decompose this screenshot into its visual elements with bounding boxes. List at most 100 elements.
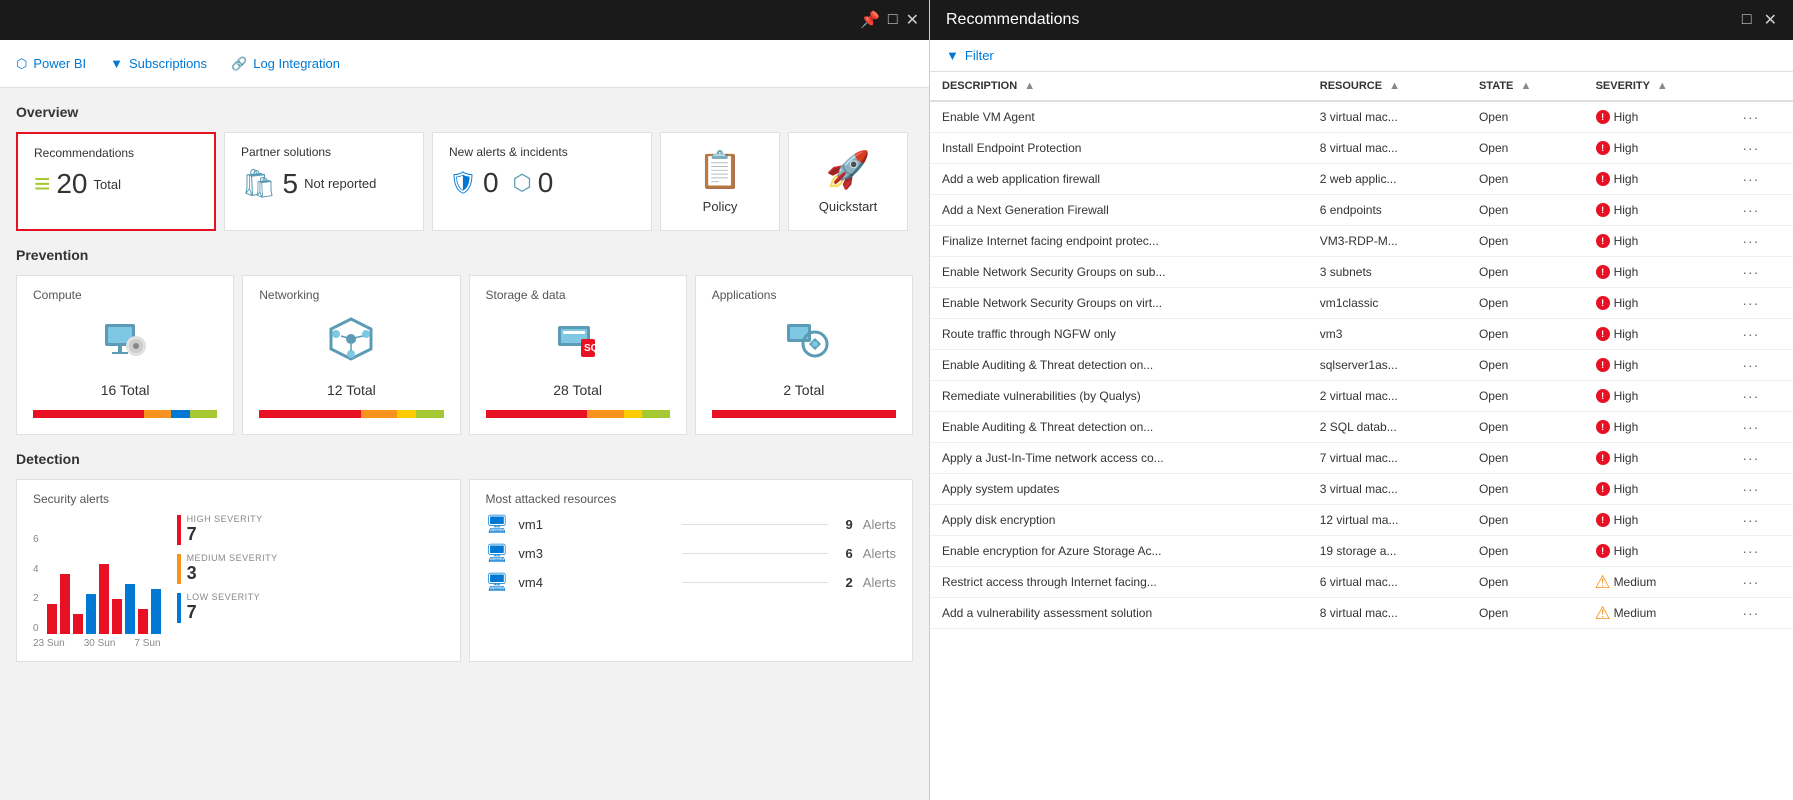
filter-label[interactable]: Filter	[965, 48, 994, 63]
compute-card[interactable]: Compute 16 Tota	[16, 275, 234, 435]
rec-resource: 2 virtual mac...	[1308, 381, 1467, 412]
rec-more-button[interactable]: ···	[1730, 164, 1793, 195]
table-row[interactable]: Install Endpoint Protection8 virtual mac…	[930, 133, 1793, 164]
rec-description: Install Endpoint Protection	[930, 133, 1308, 164]
rec-more-button[interactable]: ···	[1730, 133, 1793, 164]
rec-more-button[interactable]: ···	[1730, 567, 1793, 598]
ellipsis-icon[interactable]: ···	[1742, 605, 1759, 621]
rec-severity: !High	[1584, 101, 1731, 133]
high-dot: !	[1596, 141, 1610, 155]
ellipsis-icon[interactable]: ···	[1742, 450, 1759, 466]
rec-more-button[interactable]: ···	[1730, 257, 1793, 288]
minimize-icon[interactable]: □	[888, 11, 898, 29]
rec-more-button[interactable]: ···	[1730, 226, 1793, 257]
table-row[interactable]: Remediate vulnerabilities (by Qualys)2 v…	[930, 381, 1793, 412]
networking-title: Networking	[259, 288, 443, 302]
ellipsis-icon[interactable]: ···	[1742, 171, 1759, 187]
col-resource[interactable]: RESOURCE ▲	[1308, 72, 1467, 101]
high-dot: !	[1596, 327, 1610, 341]
policy-card[interactable]: 📋 Policy	[660, 132, 780, 231]
rec-more-button[interactable]: ···	[1730, 443, 1793, 474]
bar-9	[151, 589, 161, 634]
ellipsis-icon[interactable]: ···	[1742, 574, 1759, 590]
recommendations-card[interactable]: Recommendations ≡ 20 Total	[16, 132, 216, 231]
power-bi-button[interactable]: ⬡ Power BI	[16, 56, 86, 72]
ellipsis-icon[interactable]: ···	[1742, 140, 1759, 156]
rec-more-button[interactable]: ···	[1730, 381, 1793, 412]
close-right-icon[interactable]: ✕	[1764, 10, 1777, 30]
high-dot: !	[1596, 203, 1610, 217]
compute-body: 16 Total	[33, 310, 217, 410]
table-row[interactable]: Add a vulnerability assessment solution8…	[930, 598, 1793, 629]
sev-label: High	[1614, 327, 1639, 341]
rec-state: Open	[1467, 474, 1584, 505]
col-state[interactable]: STATE ▲	[1467, 72, 1584, 101]
applications-card[interactable]: Applications 2 Total	[695, 275, 913, 435]
security-alerts-card[interactable]: Security alerts 6 4 2 0	[16, 479, 461, 662]
table-row[interactable]: Enable Auditing & Threat detection on...…	[930, 350, 1793, 381]
log-integration-button[interactable]: 🔗 Log Integration	[231, 56, 340, 72]
chart-area: 6 4 2 0	[33, 514, 161, 634]
table-row[interactable]: Enable Network Security Groups on virt..…	[930, 288, 1793, 319]
ellipsis-icon[interactable]: ···	[1742, 233, 1759, 249]
rec-resource: 8 virtual mac...	[1308, 133, 1467, 164]
rec-more-button[interactable]: ···	[1730, 474, 1793, 505]
ellipsis-icon[interactable]: ···	[1742, 512, 1759, 528]
sev-label: High	[1614, 513, 1639, 527]
col-severity[interactable]: SEVERITY ▲	[1584, 72, 1731, 101]
table-row[interactable]: Enable Network Security Groups on sub...…	[930, 257, 1793, 288]
table-row[interactable]: Enable encryption for Azure Storage Ac..…	[930, 536, 1793, 567]
networking-card[interactable]: Networking	[242, 275, 460, 435]
rec-more-button[interactable]: ···	[1730, 319, 1793, 350]
table-row[interactable]: Restrict access through Internet facing.…	[930, 567, 1793, 598]
storage-body: SQL 28 Total	[486, 310, 670, 410]
subscriptions-button[interactable]: ▼ Subscriptions	[110, 56, 207, 71]
ellipsis-icon[interactable]: ···	[1742, 419, 1759, 435]
rec-more-button[interactable]: ···	[1730, 598, 1793, 629]
rec-more-button[interactable]: ···	[1730, 350, 1793, 381]
close-left-icon[interactable]: ✕	[906, 10, 919, 30]
ellipsis-icon[interactable]: ···	[1742, 388, 1759, 404]
pin-icon[interactable]: 📌	[860, 10, 880, 30]
rec-more-button[interactable]: ···	[1730, 505, 1793, 536]
rec-state: Open	[1467, 226, 1584, 257]
rec-description: Restrict access through Internet facing.…	[930, 567, 1308, 598]
quickstart-card[interactable]: 🚀 Quickstart	[788, 132, 908, 231]
rec-more-button[interactable]: ···	[1730, 288, 1793, 319]
table-row[interactable]: Finalize Internet facing endpoint protec…	[930, 226, 1793, 257]
most-attacked-resources-card[interactable]: Most attacked resources 🖥 vm1 9 Alerts 🖥…	[469, 479, 914, 662]
seg-red	[486, 410, 587, 418]
high-dot: !	[1596, 420, 1610, 434]
ellipsis-icon[interactable]: ···	[1742, 481, 1759, 497]
ellipsis-icon[interactable]: ···	[1742, 264, 1759, 280]
table-row[interactable]: Add a Next Generation Firewall6 endpoint…	[930, 195, 1793, 226]
table-row[interactable]: Apply system updates3 virtual mac...Open…	[930, 474, 1793, 505]
alerts-card[interactable]: New alerts & incidents 🛡 0 ⬡ 0	[432, 132, 652, 231]
ellipsis-icon[interactable]: ···	[1742, 295, 1759, 311]
table-row[interactable]: Add a web application firewall2 web appl…	[930, 164, 1793, 195]
networking-icon	[326, 314, 376, 374]
table-row[interactable]: Enable VM Agent3 virtual mac...Open!High…	[930, 101, 1793, 133]
table-row[interactable]: Route traffic through NGFW onlyvm3Open!H…	[930, 319, 1793, 350]
rec-resource: 7 virtual mac...	[1308, 443, 1467, 474]
table-row[interactable]: Apply a Just-In-Time network access co..…	[930, 443, 1793, 474]
rec-description: Enable encryption for Azure Storage Ac..…	[930, 536, 1308, 567]
rec-more-button[interactable]: ···	[1730, 101, 1793, 133]
ellipsis-icon[interactable]: ···	[1742, 543, 1759, 559]
sev-label: High	[1614, 420, 1639, 434]
ellipsis-icon[interactable]: ···	[1742, 326, 1759, 342]
restore-icon[interactable]: □	[1742, 11, 1752, 29]
table-row[interactable]: Apply disk encryption12 virtual ma...Ope…	[930, 505, 1793, 536]
rec-more-button[interactable]: ···	[1730, 195, 1793, 226]
storage-card[interactable]: Storage & data SQL 28 Total	[469, 275, 687, 435]
seg-yellow	[624, 410, 642, 418]
table-row[interactable]: Enable Auditing & Threat detection on...…	[930, 412, 1793, 443]
rec-more-button[interactable]: ···	[1730, 536, 1793, 567]
sev-label: Medium	[1614, 606, 1657, 620]
ellipsis-icon[interactable]: ···	[1742, 357, 1759, 373]
ellipsis-icon[interactable]: ···	[1742, 202, 1759, 218]
col-description[interactable]: DESCRIPTION ▲	[930, 72, 1308, 101]
rec-more-button[interactable]: ···	[1730, 412, 1793, 443]
partner-solutions-card[interactable]: Partner solutions 🛍 5 Not reported	[224, 132, 424, 231]
ellipsis-icon[interactable]: ···	[1742, 109, 1759, 125]
